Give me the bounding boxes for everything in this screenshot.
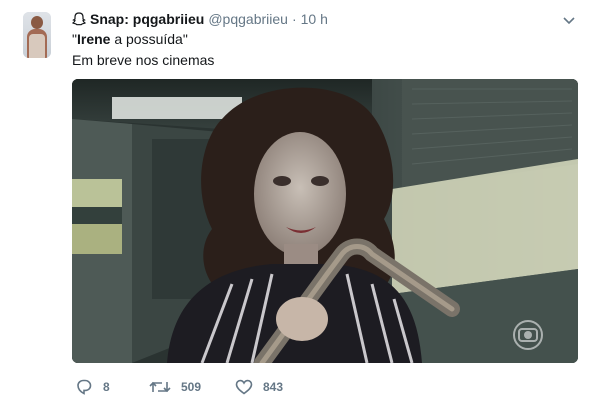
reply-icon [75,379,103,395]
like-count: 843 [263,380,284,394]
avatar[interactable] [23,12,51,58]
retweet-icon [149,379,181,395]
tweet-text-line2: Em breve nos cinemas [72,52,215,68]
retweet-count: 509 [181,380,202,394]
bold-name: Irene [76,31,111,47]
reply-button[interactable]: 8 [75,379,110,395]
ghost-icon [72,12,86,26]
tweet-actions: 8 509 843 [72,377,283,397]
heart-icon [235,379,263,395]
like-button[interactable]: 843 [235,379,283,395]
chevron-down-icon[interactable] [563,13,575,25]
retweet-button[interactable]: 509 [149,379,201,395]
tweet-text-rest: a possuída" [110,31,188,47]
display-name[interactable]: Snap: pqgabriieu [90,11,204,27]
tweet-media-image[interactable] [72,79,578,363]
tweet-header: Snap: pqgabriieu @pqgabriieu · 10 h [72,10,328,28]
user-handle[interactable]: @pqgabriieu [208,11,288,27]
tweet-text-line1: "Irene a possuída" [72,30,188,48]
tweet-timestamp[interactable]: 10 h [301,11,328,27]
reply-count: 8 [103,380,110,394]
separator-dot: · [291,11,297,27]
tweet[interactable]: Snap: pqgabriieu @pqgabriieu · 10 h "Ire… [0,0,590,408]
